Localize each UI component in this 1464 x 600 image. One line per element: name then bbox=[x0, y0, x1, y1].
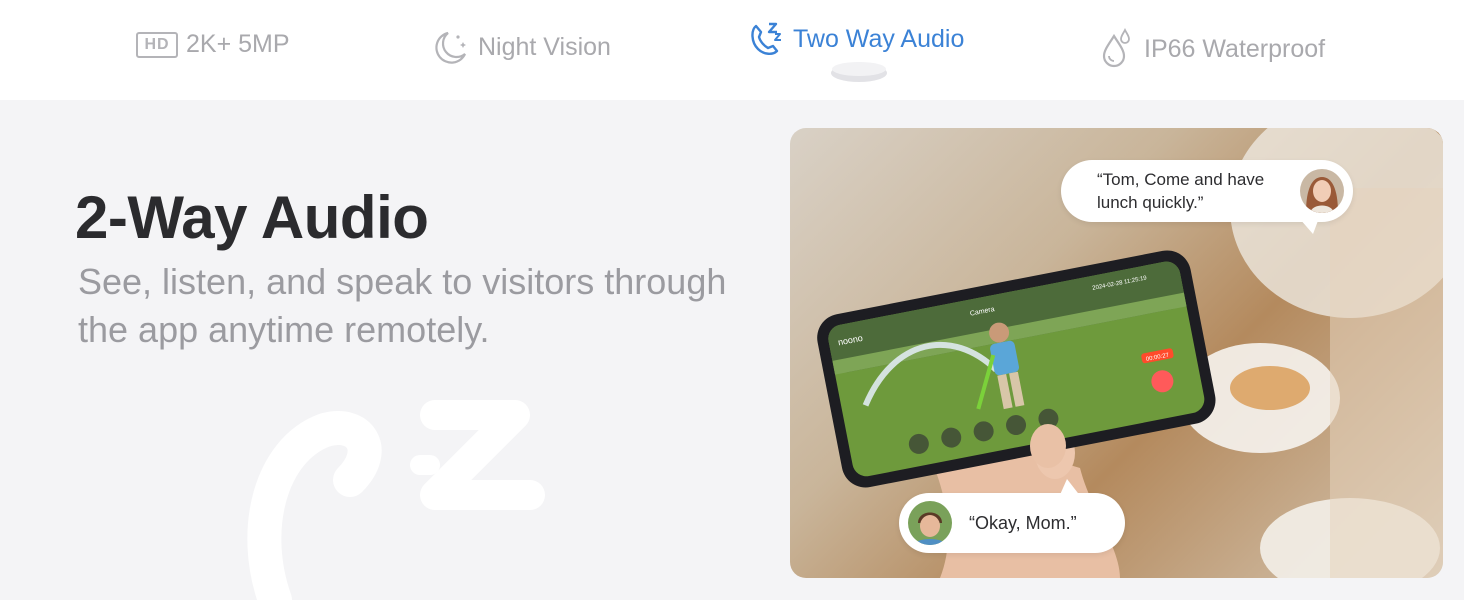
tab-ip66-waterproof[interactable]: IP66 Waterproof bbox=[1100, 28, 1325, 70]
phone-audio-watermark-icon bbox=[247, 400, 545, 600]
hero-title: 2-Way Audio bbox=[75, 184, 429, 251]
hero-subtitle: See, listen, and speak to visitors throu… bbox=[78, 261, 727, 350]
avatar-kid bbox=[908, 501, 952, 545]
speech-bubble-mom: “Tom, Come and have lunch quickly.” bbox=[1061, 160, 1353, 234]
tab-label: IP66 Waterproof bbox=[1144, 34, 1326, 63]
active-tab-camera-puck bbox=[831, 62, 887, 82]
water-drop-icon bbox=[1100, 28, 1136, 70]
tab-two-way-audio[interactable]: Two Way Audio bbox=[747, 20, 964, 58]
hd-icon: HD bbox=[136, 31, 178, 58]
tab-2k-5mp[interactable]: HD 2K+ 5MP bbox=[136, 30, 290, 59]
tab-label: Night Vision bbox=[478, 32, 611, 61]
kid-quote: “Okay, Mom.” bbox=[969, 512, 1077, 533]
feature-tab-bar: HD 2K+ 5MP Night Vision Two Way Audio IP… bbox=[0, 0, 1464, 100]
tab-label: 2K+ 5MP bbox=[186, 30, 290, 58]
bubble-tail bbox=[1059, 479, 1081, 497]
mom-quote: “Tom, Come and have lunch quickly.” bbox=[1097, 170, 1265, 212]
avatar-mom bbox=[1300, 169, 1344, 213]
bubble-tail bbox=[1299, 218, 1319, 234]
phone-audio-icon bbox=[747, 20, 785, 58]
tab-night-vision[interactable]: Night Vision bbox=[432, 28, 611, 66]
speech-bubble-kid: “Okay, Mom.” bbox=[899, 479, 1125, 553]
tab-label: Two Way Audio bbox=[793, 24, 965, 53]
moon-icon bbox=[432, 28, 470, 66]
